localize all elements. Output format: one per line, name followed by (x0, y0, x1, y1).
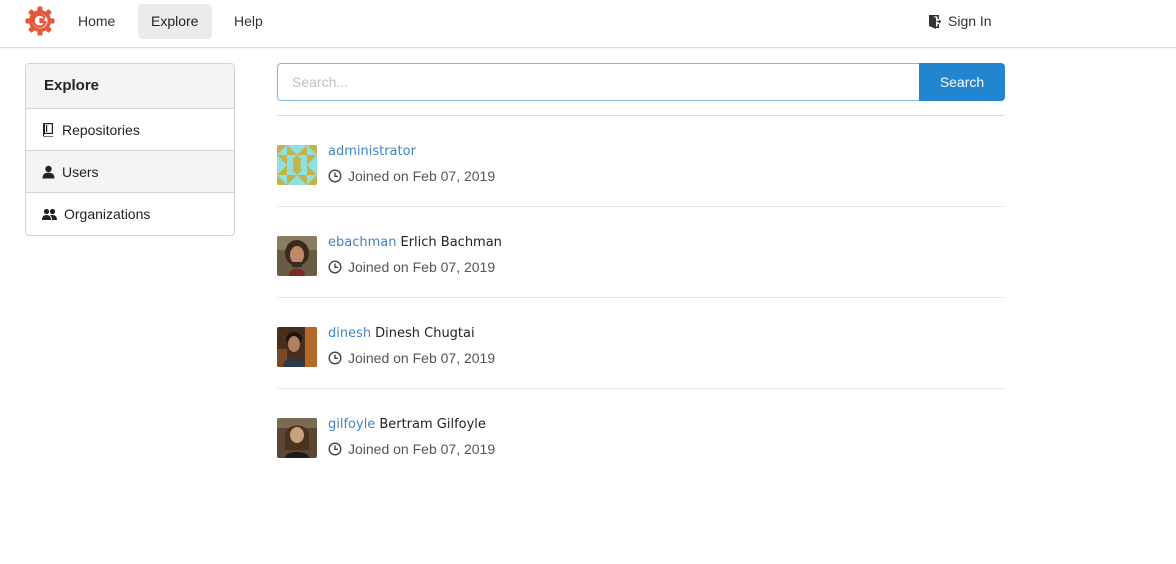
sidebar-item-label: Organizations (64, 206, 151, 222)
sign-in-icon (928, 14, 941, 29)
username-link[interactable]: dinesh (328, 326, 371, 341)
user-list-item: gilfoyle Bertram Gilfoyle Joined on Feb 0… (277, 389, 1005, 480)
sidebar-item-users[interactable]: Users (26, 151, 234, 193)
people-icon (42, 208, 57, 221)
gitea-logo-icon[interactable] (24, 5, 56, 37)
sign-in-link[interactable]: Sign In (928, 4, 992, 39)
user-list: administrator Joined on Feb 07, 2019 eba… (277, 116, 1005, 480)
sidebar-item-repositories[interactable]: Repositories (26, 109, 234, 151)
top-navbar: Home Explore Help Sign In (0, 0, 1176, 48)
search-input[interactable] (277, 63, 919, 101)
clock-icon (328, 442, 342, 456)
clock-icon (328, 260, 342, 274)
joined-text: Joined on Feb 07, 2019 (348, 350, 496, 366)
nav-explore[interactable]: Explore (138, 4, 212, 39)
username-link[interactable]: ebachman (328, 235, 396, 250)
sidebar-item-organizations[interactable]: Organizations (26, 193, 234, 235)
sidebar-item-label: Users (62, 163, 99, 180)
user-name-line: administrator (328, 144, 420, 159)
user-search-form: Search (277, 63, 1005, 101)
user-list-item: ebachman Erlich Bachman Joined on Feb 07,… (277, 207, 1005, 298)
joined-date: Joined on Feb 07, 2019 (328, 168, 495, 184)
user-name-line: dinesh Dinesh Chugtai (328, 326, 475, 341)
avatar[interactable] (277, 236, 317, 276)
avatar[interactable] (277, 418, 317, 458)
user-full-name: Dinesh Chugtai (375, 326, 475, 341)
username-link[interactable]: gilfoyle (328, 417, 375, 432)
sidebar-title: Explore (26, 64, 234, 109)
user-name-line: gilfoyle Bertram Gilfoyle (328, 417, 486, 432)
sign-in-label: Sign In (948, 13, 992, 29)
joined-date: Joined on Feb 07, 2019 (328, 350, 495, 366)
joined-date: Joined on Feb 07, 2019 (328, 441, 495, 457)
joined-text: Joined on Feb 07, 2019 (348, 441, 496, 457)
user-full-name: Erlich Bachman (400, 235, 502, 250)
user-full-name: Bertram Gilfoyle (379, 417, 486, 432)
clock-icon (328, 169, 342, 183)
sidebar-item-label: Repositories (62, 121, 140, 138)
user-name-line: ebachman Erlich Bachman (328, 235, 502, 250)
avatar[interactable] (277, 145, 317, 185)
search-button[interactable]: Search (919, 63, 1005, 101)
joined-text: Joined on Feb 07, 2019 (348, 259, 496, 275)
book-icon (42, 122, 55, 137)
username-link[interactable]: administrator (328, 144, 416, 159)
clock-icon (328, 351, 342, 365)
user-list-item: dinesh Dinesh Chugtai Joined on Feb 07, 2… (277, 298, 1005, 389)
nav-home[interactable]: Home (65, 4, 128, 39)
joined-text: Joined on Feb 07, 2019 (348, 168, 496, 184)
person-icon (42, 165, 55, 179)
explore-sidebar: Explore Repositories Users Organizations (25, 63, 235, 236)
joined-date: Joined on Feb 07, 2019 (328, 259, 495, 275)
user-list-item: administrator Joined on Feb 07, 2019 (277, 116, 1005, 207)
nav-help[interactable]: Help (221, 4, 276, 39)
avatar[interactable] (277, 327, 317, 367)
